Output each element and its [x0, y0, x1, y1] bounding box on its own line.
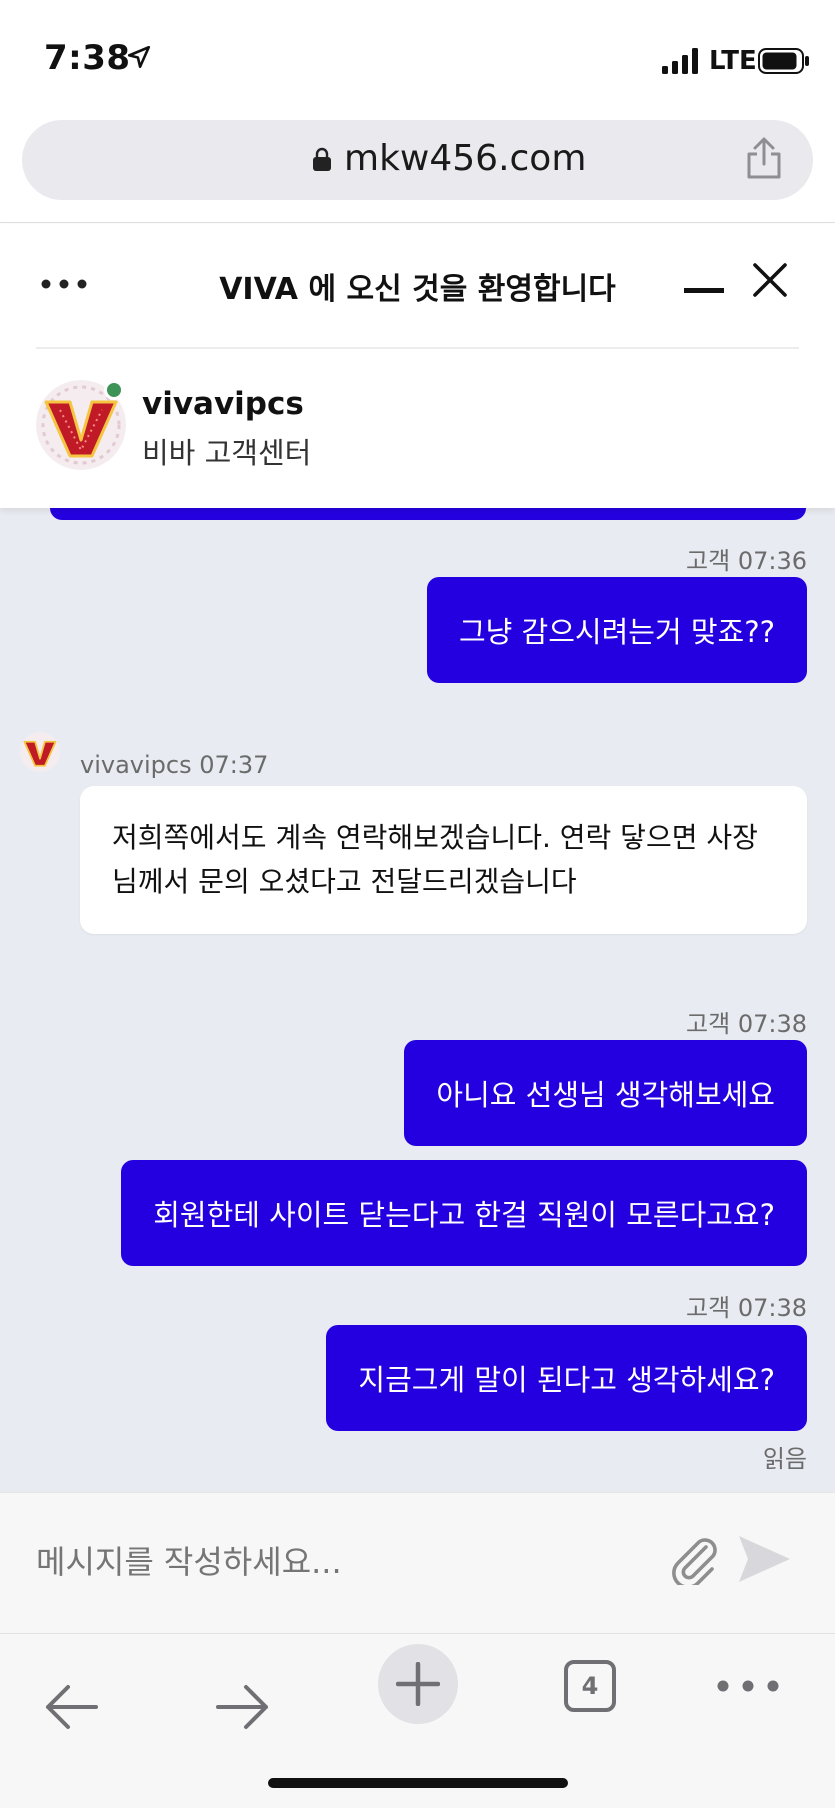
message-meta: vivavipcs 07:37	[80, 751, 269, 779]
header-divider	[36, 347, 799, 349]
lock-icon	[313, 147, 331, 171]
chat-header: VIVA 에 오신 것을 환영합니다 vivavipcs 비바 고객센터	[0, 224, 835, 508]
agent-name: vivavipcs	[142, 386, 304, 422]
minimize-icon[interactable]	[684, 288, 724, 294]
more-menu-icon[interactable]	[716, 1676, 780, 1696]
message-composer	[0, 1492, 835, 1633]
new-tab-button[interactable]	[378, 1644, 458, 1724]
location-arrow-icon	[127, 45, 151, 69]
status-time: 7:38	[44, 38, 131, 78]
message-text: 저희쪽에서도 계속 연락해보겠습니다. 연락 닿으면 사장님께서 문의 오셨다고…	[112, 821, 758, 898]
outgoing-message: 그냥 감으시려는거 맞죠??	[426, 577, 807, 683]
message-input[interactable]	[36, 1543, 636, 1581]
status-bar: 7:38 LTE	[0, 0, 835, 110]
url-text: mkw456.com	[344, 138, 587, 179]
message-text: 지금그게 말이 된다고 생각하세요?	[358, 1363, 775, 1397]
message-text: 그냥 감으시려는거 맞죠??	[458, 615, 775, 649]
online-status-dot	[104, 380, 124, 400]
signal-icon	[662, 48, 698, 74]
attachment-icon[interactable]	[668, 1533, 720, 1585]
message-meta: 고객 07:38	[686, 1294, 807, 1322]
forward-arrow-icon[interactable]	[216, 1684, 270, 1730]
plus-icon	[396, 1662, 440, 1706]
back-arrow-icon[interactable]	[44, 1684, 98, 1730]
battery-icon	[758, 48, 809, 74]
send-icon[interactable]	[736, 1533, 792, 1585]
browser-divider	[0, 222, 835, 223]
message-text: 아니요 선생님 생각해보세요	[436, 1078, 775, 1112]
tab-count: 4	[581, 1672, 599, 1700]
read-receipt: 읽음	[762, 1445, 807, 1473]
share-icon[interactable]	[744, 136, 784, 180]
address-bar[interactable]: mkw456.com	[22, 120, 813, 200]
close-icon[interactable]	[752, 262, 788, 298]
message-meta: 고객 07:36	[686, 547, 807, 575]
outgoing-message: 아니요 선생님 생각해보세요	[404, 1040, 807, 1146]
chat-title: VIVA 에 오신 것을 환영합니다	[219, 272, 616, 307]
outgoing-message: 지금그게 말이 된다고 생각하세요?	[326, 1325, 807, 1431]
network-label: LTE	[709, 46, 757, 76]
agent-subtitle: 비바 고객센터	[142, 436, 312, 470]
chat-messages[interactable]: 고객 07:36 그냥 감으시려는거 맞죠?? vivavipcs 07:37 …	[0, 500, 835, 1492]
home-indicator	[268, 1778, 568, 1788]
outgoing-message: 회원한테 사이트 닫는다고 한걸 직원이 모른다고요?	[121, 1160, 807, 1266]
message-text: 회원한테 사이트 닫는다고 한걸 직원이 모른다고요?	[153, 1198, 775, 1232]
agent-small-avatar	[20, 732, 60, 772]
tabs-button[interactable]: 4	[564, 1660, 616, 1712]
incoming-message: 저희쪽에서도 계속 연락해보겠습니다. 연락 닿으면 사장님께서 문의 오셨다고…	[80, 786, 807, 934]
message-meta: 고객 07:38	[686, 1010, 807, 1038]
